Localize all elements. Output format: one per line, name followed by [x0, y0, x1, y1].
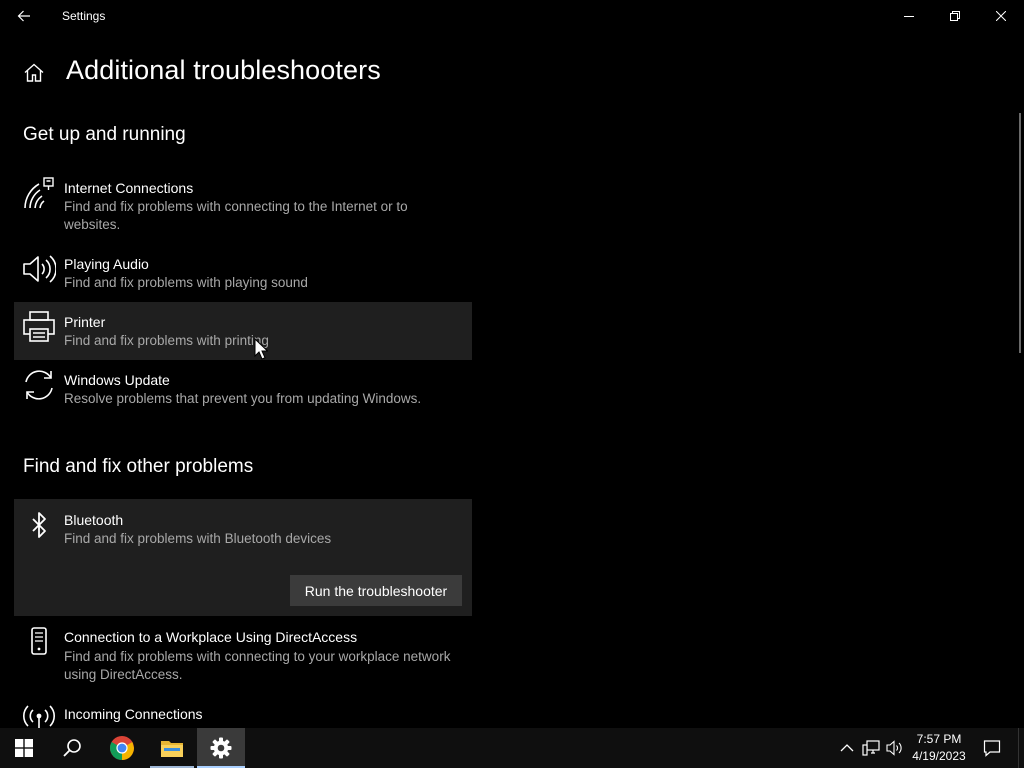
item-title: Bluetooth: [64, 512, 124, 528]
clock-date: 4/19/2023: [912, 749, 966, 763]
start-button[interactable]: [0, 728, 48, 768]
minimize-icon: [904, 16, 914, 17]
item-description: Find and fix problems with connecting to…: [64, 649, 451, 682]
taskbar-file-explorer[interactable]: [148, 728, 196, 768]
volume-tray-button[interactable]: [885, 738, 905, 758]
wifi-ethernet-icon: [24, 177, 54, 209]
clock-time: 7:57 PM: [916, 732, 962, 746]
taskbar: 7:57 PM 4/19/2023: [0, 728, 1024, 768]
mouse-cursor-icon: [254, 338, 268, 360]
file-explorer-icon: [161, 741, 183, 757]
search-button[interactable]: [48, 728, 96, 768]
troubleshooter-printer[interactable]: Printer Find and fix problems with print…: [14, 302, 472, 360]
phone-icon: [31, 627, 47, 655]
title-bar: Settings: [0, 0, 1024, 32]
section-title-get-up-and-running: Get up and running: [23, 124, 186, 145]
troubleshooter-playing-audio[interactable]: Playing Audio Find and fix problems with…: [14, 248, 472, 296]
notification-icon: [983, 740, 1001, 757]
item-title: Incoming Connections: [64, 706, 203, 722]
troubleshooter-internet-connections[interactable]: Internet Connections Find and fix proble…: [14, 172, 472, 238]
scrollbar-thumb[interactable]: [1019, 113, 1021, 353]
antenna-icon: [23, 705, 55, 728]
bluetooth-icon: [32, 512, 46, 538]
troubleshooter-bluetooth[interactable]: Bluetooth Find and fix problems with Blu…: [14, 499, 472, 616]
item-title: Windows Update: [64, 372, 170, 388]
troubleshooter-windows-update[interactable]: Windows Update Resolve problems that pre…: [14, 364, 472, 412]
restore-icon: [950, 11, 960, 21]
item-description: Find and fix problems with connecting to…: [64, 199, 408, 232]
minimize-button[interactable]: [886, 0, 932, 32]
refresh-icon: [25, 370, 53, 400]
item-description: Find and fix problems with playing sound: [64, 275, 308, 290]
network-tray-button[interactable]: [861, 738, 881, 758]
item-title: Internet Connections: [64, 180, 194, 196]
item-title: Connection to a Workplace Using DirectAc…: [64, 629, 358, 645]
item-description: Find and fix problems with Bluetooth dev…: [64, 531, 332, 546]
start-icon: [15, 739, 33, 757]
item-title: Printer: [64, 314, 106, 330]
back-button[interactable]: [8, 4, 40, 28]
settings-gear-icon: [210, 737, 232, 759]
troubleshooter-incoming-connections[interactable]: Incoming Connections: [14, 698, 472, 728]
action-center-button[interactable]: [978, 728, 1006, 768]
home-button[interactable]: [22, 61, 46, 85]
section-title-find-and-fix-other-problems: Find and fix other problems: [23, 456, 254, 477]
search-icon: [63, 739, 81, 757]
home-icon: [24, 63, 44, 82]
taskbar-clock[interactable]: 7:57 PM 4/19/2023: [906, 731, 972, 765]
troubleshooter-directaccess[interactable]: Connection to a Workplace Using DirectAc…: [14, 622, 472, 688]
show-hidden-icons-button[interactable]: [837, 738, 857, 758]
show-desktop-button[interactable]: [1018, 728, 1024, 768]
chrome-icon: [109, 736, 134, 760]
item-description: Resolve problems that prevent you from u…: [64, 391, 422, 406]
printer-icon: [23, 311, 55, 342]
back-arrow-icon: [17, 10, 30, 22]
run-troubleshooter-button[interactable]: Run the troubleshooter: [290, 575, 462, 606]
network-icon: [862, 740, 880, 756]
speaker-icon: [23, 255, 56, 283]
chevron-up-icon: [840, 744, 854, 752]
taskbar-settings[interactable]: [197, 728, 245, 768]
window-title: Settings: [62, 9, 106, 23]
item-title: Playing Audio: [64, 256, 149, 272]
restore-button[interactable]: [932, 0, 978, 32]
close-button[interactable]: [978, 0, 1024, 32]
close-icon: [996, 11, 1006, 21]
volume-icon: [886, 740, 902, 756]
page-title: Additional troubleshooters: [66, 55, 381, 85]
taskbar-chrome[interactable]: [98, 728, 146, 768]
